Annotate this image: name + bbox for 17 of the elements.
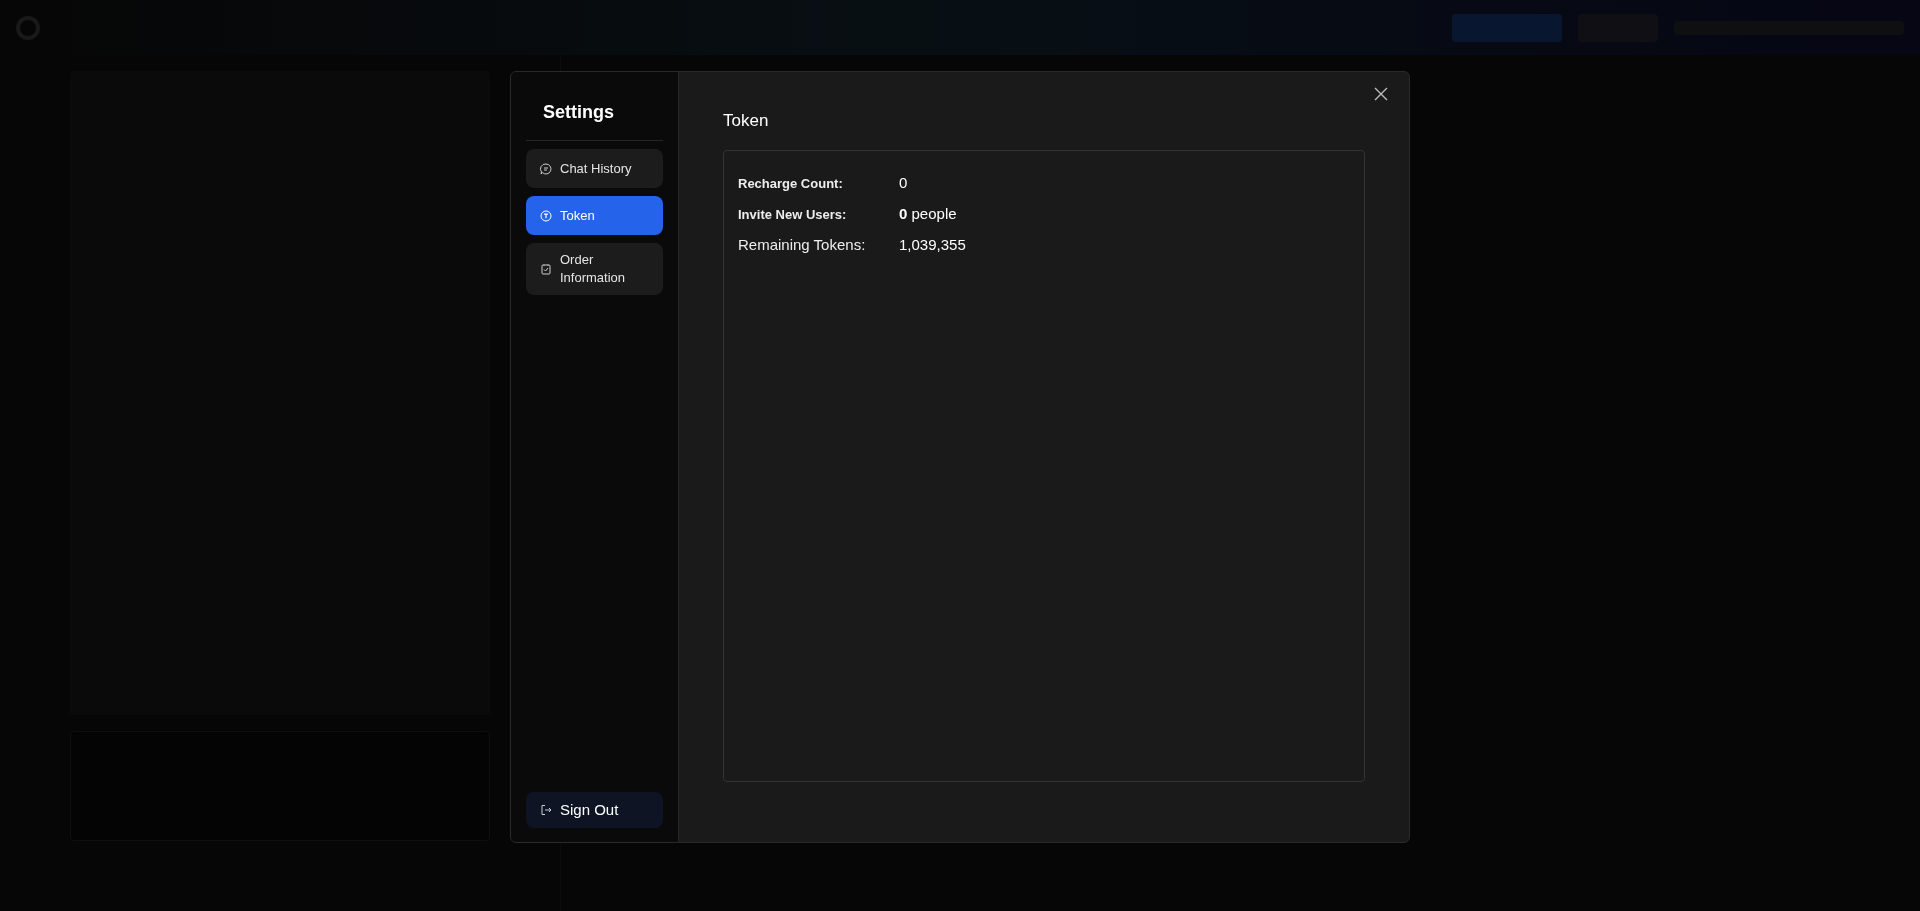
- sign-out-button[interactable]: Sign Out: [526, 792, 663, 828]
- chat-bubble-icon: [540, 162, 552, 175]
- stat-label: Invite New Users:: [738, 205, 848, 224]
- stat-value: 0 people: [899, 204, 957, 225]
- panel-title: Token: [723, 110, 770, 132]
- clipboard-check-icon: [540, 263, 552, 275]
- stat-label: Recharge Count:: [738, 174, 844, 193]
- stat-value: 0: [899, 173, 908, 194]
- sign-out-icon: [540, 804, 552, 816]
- settings-nav-item[interactable]: Token: [526, 196, 663, 235]
- stat-value: 1,039,355: [899, 235, 966, 256]
- close-icon[interactable]: [1373, 86, 1389, 102]
- settings-nav-item[interactable]: Order Information: [526, 243, 663, 295]
- token-icon: [540, 209, 552, 222]
- settings-title: Settings: [526, 72, 663, 141]
- stat-label: Remaining Tokens:: [738, 235, 867, 256]
- settings-nav-item[interactable]: Chat History: [526, 149, 663, 188]
